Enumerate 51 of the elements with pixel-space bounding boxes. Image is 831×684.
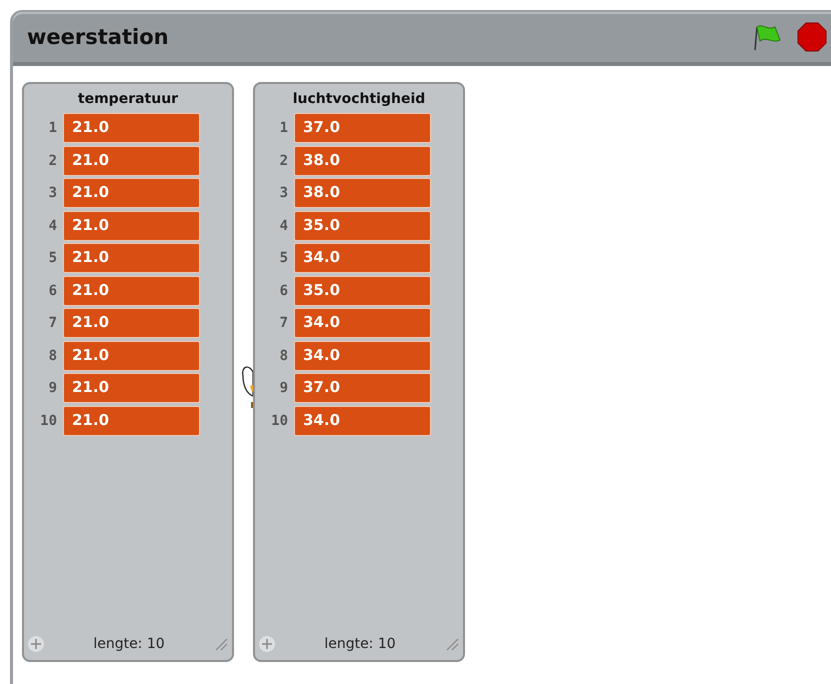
- item-index: 8: [48, 348, 58, 364]
- item-index: 3: [48, 185, 58, 201]
- item-index: 7: [48, 315, 58, 331]
- list-item[interactable]: 37.0: [294, 373, 431, 403]
- project-title: weerstation: [27, 25, 169, 49]
- list-item[interactable]: 35.0: [294, 210, 431, 240]
- list-item[interactable]: 21.0: [63, 243, 200, 273]
- item-index: 6: [48, 282, 58, 298]
- item-index: 8: [278, 348, 289, 364]
- list-item[interactable]: 34.0: [294, 308, 431, 338]
- list-item[interactable]: 38.0: [294, 178, 431, 208]
- item-index: 4: [48, 218, 58, 234]
- flag-icon[interactable]: [753, 23, 783, 51]
- list-item[interactable]: 21.0: [63, 276, 200, 306]
- item-index: 1: [278, 120, 289, 136]
- list-item[interactable]: 37.0: [294, 113, 431, 143]
- list-title: temperatuur: [76, 90, 180, 109]
- item-index: 10: [270, 412, 289, 428]
- list-length: lengte: 10: [93, 636, 165, 652]
- item-index: 2: [48, 152, 58, 168]
- list-item[interactable]: 34.0: [294, 340, 431, 370]
- item-index: 1: [48, 120, 58, 136]
- item-index: 4: [278, 218, 289, 234]
- list-item[interactable]: 21.0: [63, 210, 200, 240]
- list-length: lengte: 10: [324, 636, 396, 652]
- list-item[interactable]: 21.0: [63, 308, 200, 338]
- list-item[interactable]: 35.0: [294, 276, 431, 306]
- item-index: 5: [278, 250, 289, 266]
- stop-icon[interactable]: [797, 22, 827, 52]
- list-item[interactable]: 34.0: [294, 406, 431, 436]
- add-item-icon[interactable]: [28, 636, 44, 652]
- item-index: 3: [278, 185, 289, 201]
- item-index: 9: [278, 380, 289, 396]
- list-item[interactable]: 21.0: [63, 406, 200, 436]
- item-index: 10: [39, 412, 58, 428]
- list-item[interactable]: 21.0: [63, 113, 200, 143]
- resize-handle-icon[interactable]: [444, 637, 459, 651]
- list-item[interactable]: 34.0: [294, 243, 431, 273]
- list-item[interactable]: 21.0: [63, 340, 200, 370]
- item-index: 2: [278, 152, 289, 168]
- resize-handle-icon[interactable]: [214, 637, 228, 651]
- item-index: 9: [48, 380, 58, 396]
- item-index: 5: [48, 250, 58, 266]
- list-item[interactable]: 38.0: [294, 146, 431, 176]
- item-index: 6: [278, 282, 289, 298]
- list-item[interactable]: 21.0: [63, 178, 200, 208]
- add-item-icon[interactable]: [259, 636, 275, 652]
- list-title: luchtvochtigheid: [292, 90, 426, 109]
- item-index: 7: [278, 315, 289, 331]
- list-item[interactable]: 21.0: [63, 146, 200, 176]
- list-item[interactable]: 21.0: [63, 373, 200, 403]
